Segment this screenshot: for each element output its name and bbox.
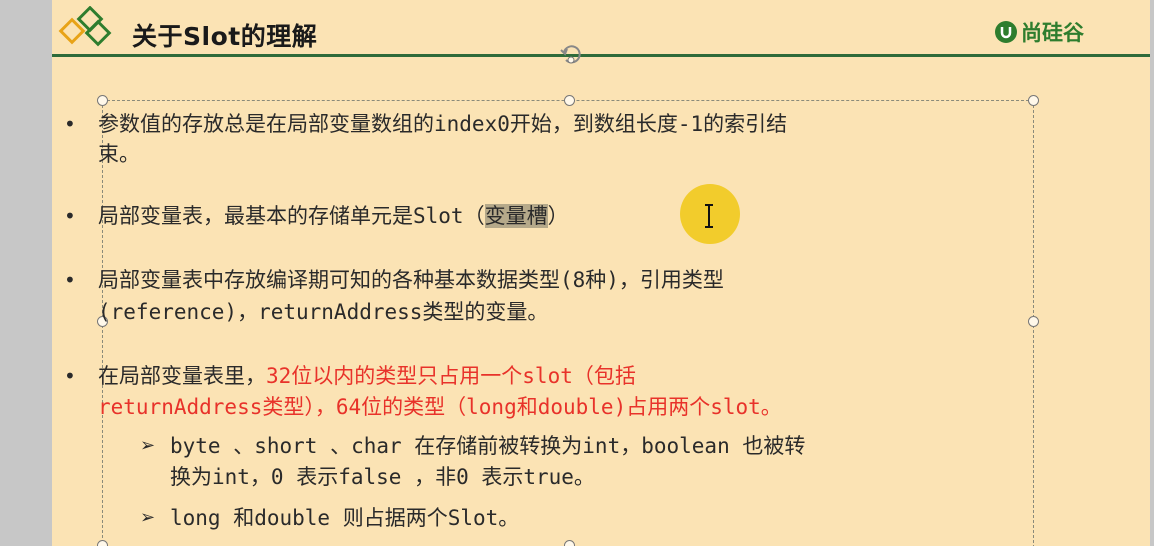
resize-handle-top[interactable] (564, 95, 575, 106)
bullet-dot: • (64, 204, 76, 228)
brand-u-icon (995, 21, 1017, 43)
bullet-dot: • (64, 112, 76, 136)
brand-name: 尚硅谷 (1021, 21, 1084, 45)
right-gutter (1150, 0, 1154, 546)
text-cursor-icon (705, 204, 713, 228)
slide-title: 关于Slot的理解 (132, 22, 318, 51)
bullet-2-text-end: ） (547, 204, 569, 228)
arrow-bullet-icon: ➢ (140, 435, 156, 456)
bullet-2-text: 局部变量表，最基本的存储单元是Slot（ (98, 204, 485, 228)
sub-bullet-1-line-1: byte 、short 、char 在存储前被转换为int，boolean 也被… (170, 434, 806, 458)
sub-bullet-1-line-2: 换为int，0 表示false ，非0 表示true。 (170, 465, 595, 489)
resize-handle-bottom[interactable] (564, 540, 575, 546)
brand-logo: 尚硅谷 (995, 17, 1084, 47)
bullet-4-red-text: 32位以内的类型只占用一个slot（包括 (266, 364, 636, 388)
bullet-4-line-2: returnAddress类型），64位的类型（long和double)占用两个… (98, 395, 782, 419)
resize-handle-top-right[interactable] (1028, 95, 1039, 106)
bullet-1-line-2: 束。 (98, 142, 140, 166)
resize-handle-top-left[interactable] (97, 95, 108, 106)
bullet-3-line-1: 局部变量表中存放编译期可知的各种基本数据类型(8种)，引用类型 (98, 268, 724, 292)
bullet-4-text: 在局部变量表里， (98, 364, 266, 388)
diamond-logo-icon (58, 6, 112, 47)
resize-handle-right[interactable] (1028, 316, 1039, 327)
bullet-dot: • (64, 364, 76, 388)
bullet-dot: • (64, 268, 76, 292)
selected-text-highlight[interactable]: 变量槽 (484, 204, 548, 228)
bullet-2-line-1: 局部变量表，最基本的存储单元是Slot（变量槽） (98, 200, 569, 232)
slide-canvas[interactable]: 关于Slot的理解 尚硅谷 • 参数值的存放总是在局部变量数组的index0开始… (52, 0, 1150, 546)
slide-header: 关于Slot的理解 尚硅谷 (52, 0, 1150, 57)
resize-handle-bottom-left[interactable] (97, 540, 108, 546)
sub-bullet-2-line-1: long 和double 则占据两个Slot。 (170, 506, 520, 530)
arrow-bullet-icon: ➢ (140, 507, 156, 528)
rotate-handle-icon[interactable] (558, 42, 584, 68)
bullet-3-line-2: (reference)，returnAddress类型的变量。 (98, 300, 549, 324)
bullet-4-line-1: 在局部变量表里，32位以内的类型只占用一个slot（包括 (98, 360, 636, 392)
bullet-1-line-1: 参数值的存放总是在局部变量数组的index0开始，到数组长度-1的索引结 (98, 112, 788, 136)
left-gutter (0, 0, 52, 546)
header-rule (52, 54, 1150, 57)
